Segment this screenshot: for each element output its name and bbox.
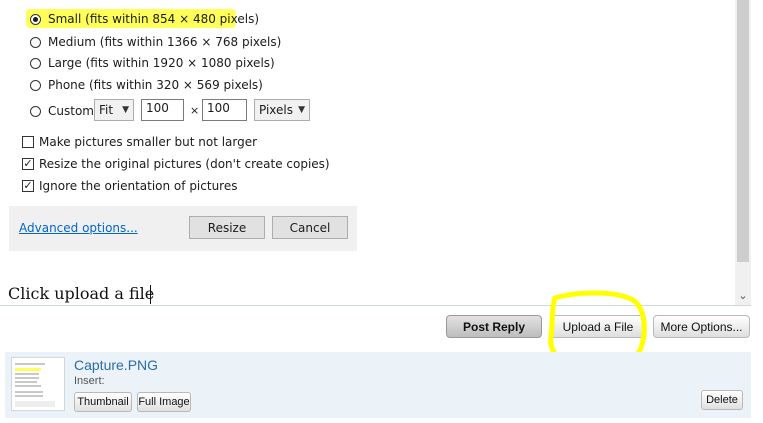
radio-label: Medium (fits within 1366 × 768 pixels) bbox=[48, 35, 282, 49]
chevron-down-icon: ▼ bbox=[298, 105, 305, 115]
text-caret bbox=[150, 285, 151, 304]
checkbox-label: Ignore the orientation of pictures bbox=[39, 179, 238, 193]
radio-button[interactable] bbox=[30, 13, 41, 25]
radio-button[interactable] bbox=[30, 57, 41, 69]
width-input[interactable]: 100 bbox=[141, 99, 184, 121]
checkbox[interactable]: ✓ bbox=[22, 180, 34, 192]
checkbox[interactable]: ✓ bbox=[22, 158, 34, 170]
radio-phone[interactable]: Phone (fits within 320 × 569 pixels) bbox=[30, 75, 263, 95]
radio-custom[interactable]: Custom bbox=[30, 101, 94, 121]
select-value: Pixels bbox=[259, 103, 294, 117]
height-input[interactable]: 100 bbox=[202, 99, 247, 121]
delete-attachment-button[interactable]: Delete bbox=[701, 390, 743, 410]
checkbox-smaller-not-larger[interactable]: Make pictures smaller but not larger bbox=[22, 133, 257, 151]
cancel-button[interactable]: Cancel bbox=[272, 216, 348, 239]
insert-full-image-button[interactable]: Full Image bbox=[137, 392, 191, 412]
chevron-down-icon: ▼ bbox=[122, 105, 129, 115]
advanced-options-link[interactable]: Advanced options... bbox=[19, 221, 138, 235]
radio-button[interactable] bbox=[30, 79, 41, 91]
checkbox-resize-originals[interactable]: ✓ Resize the original pictures (don't cr… bbox=[22, 155, 330, 173]
checkbox-ignore-orientation[interactable]: ✓ Ignore the orientation of pictures bbox=[22, 177, 237, 195]
radio-button[interactable] bbox=[30, 36, 41, 48]
radio-small[interactable]: Small (fits within 854 × 480 pixels) bbox=[30, 9, 259, 29]
checkbox[interactable] bbox=[22, 136, 34, 148]
times-sign: × bbox=[190, 104, 200, 117]
scroll-down-icon[interactable]: ⌄ bbox=[735, 287, 751, 305]
radio-medium[interactable]: Medium (fits within 1366 × 768 pixels) bbox=[30, 32, 281, 52]
radio-button[interactable] bbox=[30, 105, 41, 117]
editor-text: Click upload a file bbox=[8, 284, 155, 303]
checkbox-label: Make pictures smaller but not larger bbox=[39, 135, 258, 149]
image-preview-icon bbox=[15, 363, 55, 407]
post-reply-button[interactable]: Post Reply bbox=[446, 315, 542, 338]
insert-label: Insert: bbox=[74, 375, 105, 387]
radio-label: Phone (fits within 320 × 569 pixels) bbox=[48, 78, 263, 92]
scrollbar-thumb[interactable] bbox=[737, 0, 749, 262]
radio-large[interactable]: Large (fits within 1920 × 1080 pixels) bbox=[30, 53, 275, 73]
radio-label: Small (fits within 854 × 480 pixels) bbox=[48, 12, 260, 26]
unit-select[interactable]: Pixels ▼ bbox=[254, 99, 310, 121]
attachment-thumbnail[interactable] bbox=[11, 357, 65, 411]
select-value: Fit bbox=[99, 103, 114, 117]
insert-thumbnail-button[interactable]: Thumbnail bbox=[74, 392, 132, 412]
more-options-button[interactable]: More Options... bbox=[653, 315, 750, 338]
radio-label: Custom bbox=[48, 104, 94, 118]
fit-mode-select[interactable]: Fit ▼ bbox=[94, 99, 134, 121]
checkbox-label: Resize the original pictures (don't crea… bbox=[39, 157, 330, 171]
attachment-filename[interactable]: Capture.PNG bbox=[74, 357, 158, 373]
radio-label: Large (fits within 1920 × 1080 pixels) bbox=[48, 56, 275, 70]
resize-button[interactable]: Resize bbox=[189, 216, 265, 239]
